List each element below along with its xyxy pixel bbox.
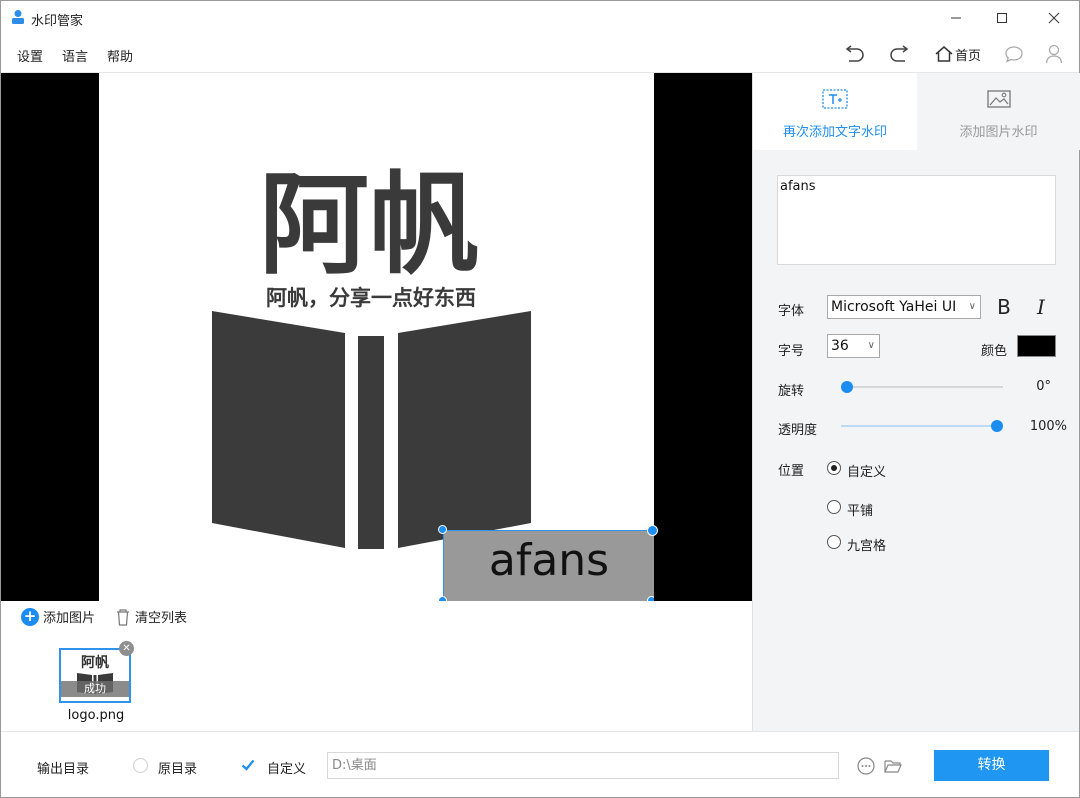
opacity-slider-handle[interactable]	[991, 420, 1003, 432]
logo-title: 阿帆	[259, 161, 479, 289]
convert-button[interactable]: 转换	[934, 750, 1049, 781]
output-original-label: 原目录	[158, 762, 198, 777]
add-image-button[interactable]: + 添加图片	[21, 607, 95, 626]
feedback-button[interactable]	[1003, 43, 1025, 65]
position-option-grid: 九宫格	[847, 539, 887, 554]
add-image-label: 添加图片	[43, 611, 96, 626]
position-radio-tile[interactable]	[827, 500, 841, 514]
output-path-input[interactable]: D:\桌面	[327, 752, 839, 779]
redo-icon	[890, 45, 909, 62]
tab-image-watermark[interactable]: 添加图片水印	[917, 73, 1080, 150]
thumbnail-title: 阿帆	[81, 654, 109, 671]
preview-area: 阿帆 阿帆，分享一点好东西 afans	[1, 73, 752, 601]
opacity-slider[interactable]	[841, 420, 1003, 432]
color-label: 颜色	[981, 344, 1008, 359]
maximize-icon	[997, 13, 1007, 23]
close-icon: ✕	[122, 643, 131, 654]
opacity-value: 100%	[1029, 419, 1067, 434]
rotate-slider[interactable]	[841, 381, 1003, 393]
logo-slogan: 阿帆，分享一点好东西	[266, 286, 476, 310]
rotate-label: 旋转	[778, 384, 805, 399]
file-name: logo.png	[67, 708, 125, 723]
file-status-badge: 成功	[61, 681, 129, 697]
watermark-text: afans	[488, 535, 610, 586]
file-list-area: + 添加图片 清空列表 阿帆 成功 ✕ logo.png	[1, 601, 752, 731]
output-custom-label: 自定义	[267, 762, 307, 777]
close-icon	[1048, 12, 1060, 24]
undo-button[interactable]	[843, 43, 865, 65]
position-radio-custom[interactable]	[827, 461, 841, 475]
font-select[interactable]: Microsoft YaHei UI ∨	[827, 295, 981, 319]
rotate-slider-handle[interactable]	[841, 381, 853, 393]
menu-bar: 设置 语言 帮助 首页	[1, 35, 1079, 73]
output-dir-label: 输出目录	[37, 762, 90, 777]
watermark-selection[interactable]: afans	[443, 530, 654, 601]
chevron-down-icon: ∨	[867, 340, 875, 351]
minimize-button[interactable]	[933, 1, 979, 35]
home-label[interactable]: 首页	[955, 45, 981, 64]
trash-icon	[117, 608, 129, 626]
menu-settings[interactable]: 设置	[17, 46, 43, 65]
opacity-label: 透明度	[778, 423, 818, 438]
remove-file-button[interactable]: ✕	[119, 641, 134, 656]
settings-panel: 再次添加文字水印 添加图片水印 afans 字体 Microsoft YaHei…	[752, 73, 1080, 731]
plus-icon: +	[21, 607, 39, 626]
home-icon	[935, 46, 953, 62]
position-option-custom: 自定义	[847, 465, 887, 480]
font-select-value: Microsoft YaHei UI	[831, 299, 957, 315]
logo-graphic: 阿帆 阿帆，分享一点好东西	[212, 161, 531, 549]
size-select[interactable]: 36 ∨	[827, 334, 880, 358]
image-canvas: 阿帆 阿帆，分享一点好东西 afans	[99, 73, 654, 601]
undo-icon	[845, 45, 864, 62]
output-original-radio[interactable]	[133, 758, 148, 773]
window-title: 水印管家	[31, 14, 84, 29]
watermark-text-input[interactable]: afans	[777, 175, 1056, 265]
title-bar: 水印管家	[1, 1, 1079, 35]
tab-text-watermark-label: 再次添加文字水印	[782, 125, 887, 140]
folder-open-icon[interactable]	[883, 756, 903, 776]
file-thumbnail[interactable]: 阿帆 成功	[59, 648, 131, 703]
italic-button[interactable]: I	[1030, 295, 1052, 319]
color-picker[interactable]	[1017, 335, 1056, 357]
clear-list-button[interactable]: 清空列表	[115, 607, 187, 626]
text-watermark-icon	[822, 89, 848, 109]
menu-language[interactable]: 语言	[62, 46, 88, 65]
size-label: 字号	[778, 344, 805, 359]
tab-text-watermark[interactable]: 再次添加文字水印	[753, 73, 917, 150]
resize-handle-top-left[interactable]	[438, 525, 447, 534]
app-logo-icon	[12, 10, 24, 24]
position-option-tile: 平铺	[847, 504, 874, 519]
app-window: 水印管家 设置 语言 帮助 首页 阿帆 阿帆，分享一点好东西 afans + 添…	[0, 0, 1080, 798]
opacity-slider-fill	[841, 425, 997, 427]
more-options-icon[interactable]	[856, 756, 876, 776]
font-label: 字体	[778, 304, 805, 319]
user-icon	[1045, 44, 1063, 64]
position-radio-grid[interactable]	[827, 535, 841, 549]
tab-image-watermark-label: 添加图片水印	[959, 125, 1038, 140]
clear-list-label: 清空列表	[135, 611, 188, 626]
checked-circle-icon[interactable]	[239, 756, 257, 774]
close-button[interactable]	[1031, 1, 1077, 35]
bold-button[interactable]: B	[993, 295, 1015, 319]
redo-button[interactable]	[889, 43, 911, 65]
output-bar: 输出目录 原目录 自定义 D:\桌面 转换	[1, 731, 1079, 797]
account-button[interactable]	[1043, 43, 1065, 65]
chat-bubble-icon	[1005, 46, 1023, 63]
rotate-handle[interactable]	[647, 525, 658, 536]
maximize-button[interactable]	[979, 1, 1025, 35]
size-select-value: 36	[831, 338, 849, 354]
minimize-icon	[951, 17, 961, 19]
home-button[interactable]	[933, 43, 955, 65]
rotate-value: 0°	[1036, 379, 1051, 394]
image-watermark-icon	[986, 90, 1011, 108]
chevron-down-icon: ∨	[968, 301, 976, 312]
menu-help[interactable]: 帮助	[107, 46, 133, 65]
position-label: 位置	[778, 464, 805, 479]
